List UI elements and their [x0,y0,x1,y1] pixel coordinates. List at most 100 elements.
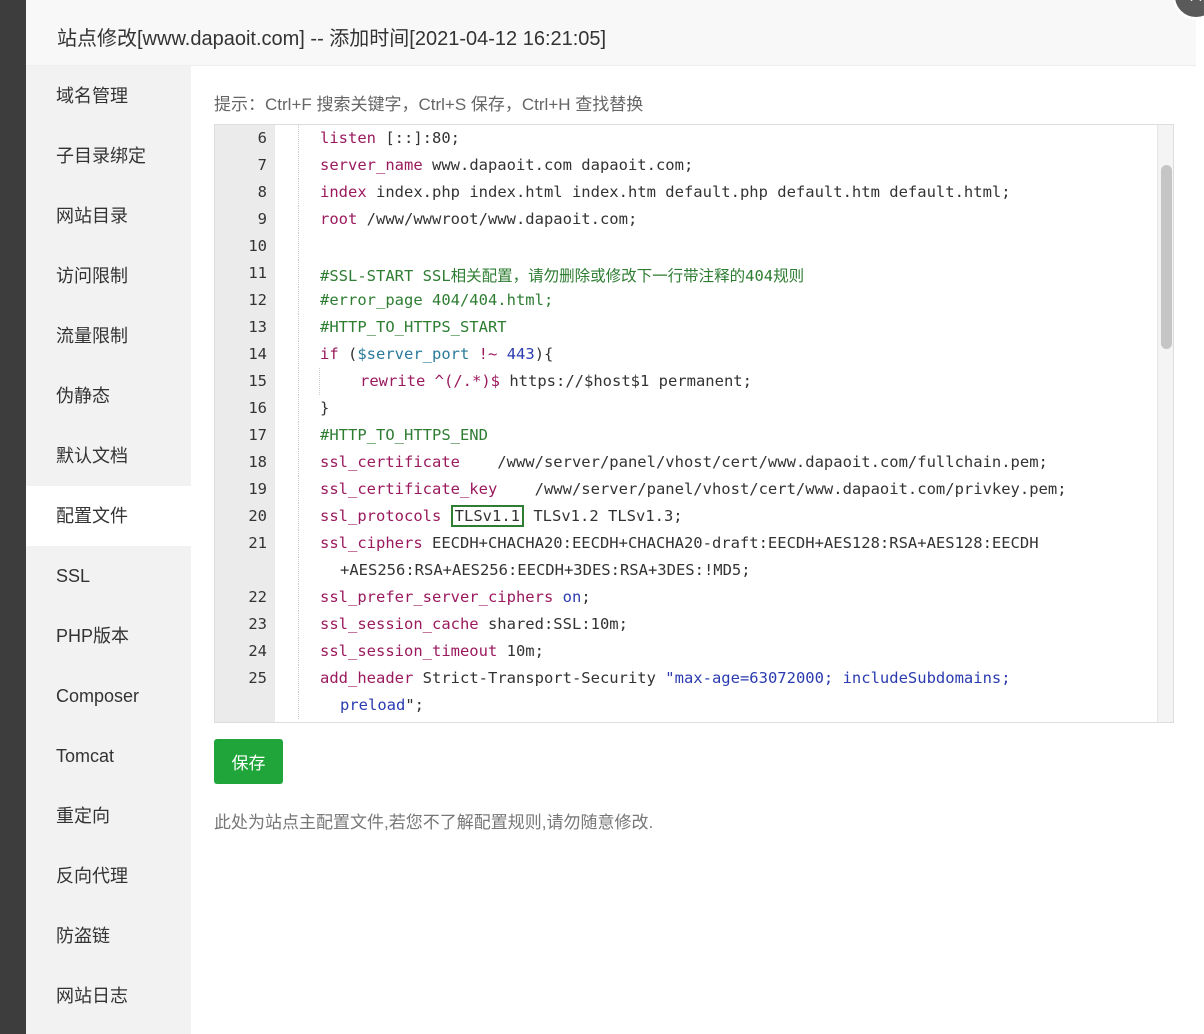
sidebar-item[interactable]: 反向代理 [26,846,191,906]
code-text: #error_page 404/404.html; [320,291,553,309]
sidebar-item[interactable]: 网站目录 [26,186,191,246]
indent-guide [298,368,299,395]
sidebar-item[interactable]: 默认文档 [26,426,191,486]
sidebar-item[interactable]: 子目录绑定 [26,126,191,186]
code-token: ^(/.*)$ [434,372,500,390]
line-number: 9 [257,210,267,228]
code-line: 13 #HTTP_TO_HTTPS_START [215,314,1155,341]
code-line: +AES256:RSA+AES256:EECDH+3DES:RSA+3DES:!… [215,557,1155,584]
indent-guide [298,206,299,233]
code-token: /www/wwwroot/www.dapaoit.com; [357,210,638,228]
code-token: https://$host$1 permanent; [500,372,752,390]
code-token: #error_page 404/404.html; [320,291,554,309]
code-token: EECDH+CHACHA20:EECDH+CHACHA20-draft:EECD… [422,534,1039,552]
code-token: !~ [478,345,498,363]
code-token: $server_port [357,345,470,363]
code-token: "max-age=63072000; includeSubdomains; [665,669,1011,687]
code-token: "; [405,696,424,714]
code-token: index [320,183,367,201]
line-number: 17 [248,426,267,444]
code-editor[interactable]: 6 listen [::]:80; 7 server_name www.dapaoit… [214,124,1174,723]
scrollbar-thumb[interactable] [1161,165,1172,349]
sidebar-item[interactable]: 防盗链 [26,906,191,966]
code-token: on [562,588,582,606]
sidebar-item[interactable]: Composer [26,666,191,726]
indent-guide [298,152,299,179]
line-number: 19 [248,480,267,498]
code-token: if [320,345,339,363]
sidebar-item[interactable]: Tomcat [26,726,191,786]
code-token: } [320,399,330,417]
sidebar-item[interactable]: PHP版本 [26,606,191,666]
sidebar-item[interactable]: 网站日志 [26,966,191,1026]
code-line: 6 listen [::]:80; [215,125,1155,152]
save-button[interactable]: 保存 [214,739,283,784]
dialog-title: 站点修改[www.dapaoit.com] -- 添加时间[2021-04-12… [57,28,607,50]
code-text: rewrite ^(/.*)$ https://$host$1 permanen… [360,372,752,390]
sidebar-item[interactable]: 重定向 [26,786,191,846]
code-text: ssl_prefer_server_ciphers on; [320,588,591,606]
code-line: 16} [215,395,1155,422]
code-text: ssl_certificate_key /www/server/panel/vh… [320,480,1067,498]
indent-guide [298,233,299,260]
code-token: ssl_ciphers [320,534,423,552]
code-line: 19 ssl_certificate_key /www/server/panel/… [215,476,1155,503]
line-number: 8 [257,183,267,201]
sidebar-item[interactable]: 流量限制 [26,306,191,366]
code-line: 11 #SSL-START SSL相关配置，请勿删除或修改下一行带注释的404规则 [215,260,1155,287]
code-text: root /www/wwwroot/www.dapaoit.com; [320,210,637,228]
code-token: preload [340,696,406,714]
code-token: root [320,210,358,228]
code-token: +AES256:RSA+AES256:EECDH+3DES:RSA+3DES:!… [340,561,751,579]
code-line: 14 if ($server_port !~ 443){ [215,341,1155,368]
config-warning-note: 此处为站点主配置文件,若您不了解配置规则,请勿随意修改. [214,813,654,832]
code-text-area[interactable]: 6 listen [::]:80; 7 server_name www.dapaoit… [215,125,1155,722]
code-token: listen [320,129,376,147]
line-number: 11 [248,264,267,282]
code-token: Strict-Transport-Security [413,669,666,687]
code-text: } [320,399,329,417]
line-number: 15 [248,372,267,390]
code-line: 25 add_header Strict-Transport-Security "… [215,665,1155,692]
sidebar-item[interactable]: 域名管理 [26,66,191,126]
code-token: /www/server/panel/vhost/cert/www.dapaoit… [497,480,1067,498]
line-number: 6 [257,129,267,147]
code-line: 15 rewrite ^(/.*)$ https://$host$1 perman… [215,368,1155,395]
sidebar-item[interactable]: 伪静态 [26,366,191,426]
indent-guide [319,368,320,395]
code-line: 9 root /www/wwwroot/www.dapaoit.com; [215,206,1155,233]
code-token: #HTTP_TO_HTTPS_END [320,426,488,444]
code-line: 12 #error_page 404/404.html; [215,287,1155,314]
highlighted-token: TLSv1.1 [450,505,524,527]
sidebar-item[interactable]: SSL [26,546,191,606]
indent-guide [298,638,299,665]
indent-guide [298,422,299,449]
editor-scrollbar[interactable] [1157,125,1173,722]
line-number: 16 [248,399,267,417]
line-number: 20 [248,507,267,525]
indent-guide [298,449,299,476]
code-token: ssl_certificate [320,453,460,471]
code-token: 443 [506,345,535,363]
code-token: ssl_protocols [320,507,442,525]
code-token: [::]:80; [376,129,460,147]
code-line: preload"; [215,692,1155,719]
code-text: add_header Strict-Transport-Security "ma… [320,669,1011,687]
code-text: server_name www.dapaoit.com dapaoit.com; [320,156,693,174]
code-token: ssl_session_cache [320,615,479,633]
code-token: ssl_prefer_server_ciphers [320,588,554,606]
line-number: 24 [248,642,267,660]
code-line: 20 ssl_protocols TLSv1.1 TLSv1.2 TLSv1.3; [215,503,1155,530]
code-text: preload"; [340,696,424,714]
code-line: 23 ssl_session_cache shared:SSL:10m; [215,611,1155,638]
code-token: ssl_session_timeout [320,642,498,660]
code-line: 8 index index.php index.html index.htm de… [215,179,1155,206]
code-token: add_header [320,669,414,687]
sidebar-item[interactable]: 配置文件 [26,486,191,546]
line-number: 12 [248,291,267,309]
indent-guide [298,665,299,692]
sidebar-item[interactable]: 访问限制 [26,246,191,306]
